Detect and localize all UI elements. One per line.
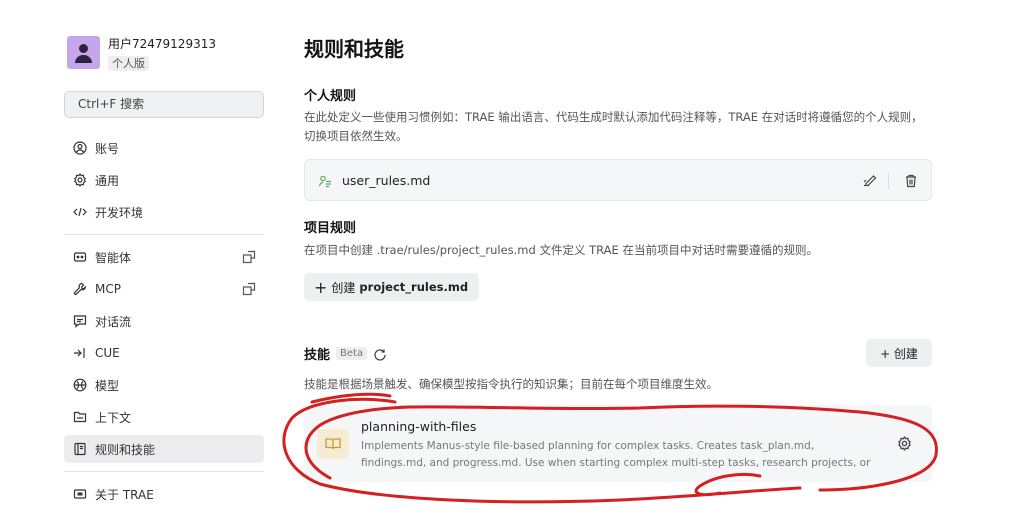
divider bbox=[64, 234, 264, 235]
chat-icon bbox=[73, 314, 87, 328]
sidebar-item-account[interactable]: 账号 bbox=[64, 134, 264, 162]
book-open-icon bbox=[317, 429, 349, 459]
user-circle-icon bbox=[73, 141, 87, 155]
sidebar: 用户72479129313 个人版 Ctrl+F 搜索 账号 通用 开发环境 智… bbox=[0, 0, 280, 525]
sidebar-item-rules-skills[interactable]: 规则和技能 bbox=[64, 435, 264, 463]
context-icon bbox=[73, 410, 87, 424]
sidebar-item-general[interactable]: 通用 bbox=[64, 166, 264, 194]
code-icon bbox=[73, 205, 87, 219]
sidebar-item-cue[interactable]: CUE bbox=[64, 339, 264, 367]
sidebar-item-mcp[interactable]: MCP bbox=[64, 275, 264, 303]
page-title: 规则和技能 bbox=[304, 37, 404, 61]
sidebar-item-dev-env[interactable]: 开发环境 bbox=[64, 198, 264, 226]
sidebar-item-label: 账号 bbox=[95, 141, 120, 156]
sidebar-item-label: 对话流 bbox=[95, 314, 132, 329]
divider bbox=[64, 471, 264, 472]
skill-card[interactable]: planning-with-files Implements Manus-sty… bbox=[304, 405, 932, 482]
sidebar-item-label: 模型 bbox=[95, 378, 120, 393]
user-name: 用户72479129313 bbox=[108, 37, 216, 51]
wrench-icon bbox=[73, 282, 87, 296]
sidebar-item-context[interactable]: 上下文 bbox=[64, 403, 264, 431]
gear-icon[interactable] bbox=[897, 436, 912, 451]
sidebar-item-models[interactable]: 模型 bbox=[64, 371, 264, 399]
sidebar-item-label: 智能体 bbox=[95, 250, 132, 265]
beta-badge: Beta bbox=[336, 347, 368, 360]
agent-icon bbox=[73, 250, 87, 264]
book-icon bbox=[73, 442, 87, 456]
create-label: 创建 bbox=[331, 280, 356, 295]
skill-name: planning-with-files bbox=[361, 419, 477, 434]
divider bbox=[888, 173, 889, 189]
project-rules-description: 在项目中创建 .trae/rules/project_rules.md 文件定义… bbox=[304, 243, 818, 257]
sidebar-item-agents[interactable]: 智能体 bbox=[64, 243, 264, 271]
skill-description: Implements Manus-style file-based planni… bbox=[361, 440, 871, 469]
create-skill-button[interactable]: + 创建 bbox=[866, 339, 932, 367]
sidebar-item-label: CUE bbox=[95, 346, 120, 360]
cue-icon bbox=[73, 346, 87, 360]
project-rules-title: 项目规则 bbox=[304, 221, 357, 236]
sidebar-item-about[interactable]: 关于 TRAE bbox=[64, 480, 264, 508]
user-profile[interactable]: 用户72479129313 个人版 bbox=[67, 36, 216, 71]
user-file-icon bbox=[318, 173, 332, 188]
skills-description: 技能是根据场景触发、确保模型按指令执行的知识集；目前在每个项目维度生效。 bbox=[304, 377, 718, 391]
user-rules-file[interactable]: user_rules.md bbox=[304, 159, 932, 201]
external-link-icon[interactable] bbox=[242, 250, 256, 264]
create-project-rules-button[interactable]: + 创建 project_rules.md bbox=[304, 273, 480, 301]
sidebar-item-label: 上下文 bbox=[95, 410, 132, 425]
external-link-icon[interactable] bbox=[242, 282, 256, 296]
gear-icon bbox=[73, 173, 87, 187]
skills-header: 技能 Beta bbox=[304, 344, 387, 363]
refresh-icon[interactable] bbox=[373, 347, 387, 361]
sidebar-item-label: 开发环境 bbox=[95, 205, 144, 220]
sidebar-item-dialog-flow[interactable]: 对话流 bbox=[64, 307, 264, 335]
create-file-name: project_rules.md bbox=[359, 280, 469, 294]
sidebar-item-label: MCP bbox=[95, 282, 121, 296]
search-input[interactable]: Ctrl+F 搜索 bbox=[64, 91, 264, 118]
file-name: user_rules.md bbox=[342, 172, 431, 188]
info-icon bbox=[73, 487, 87, 501]
personal-rules-title: 个人规则 bbox=[304, 89, 357, 104]
avatar bbox=[67, 36, 100, 69]
edit-icon[interactable] bbox=[862, 173, 878, 189]
skills-title: 技能 bbox=[304, 348, 331, 363]
personal-rules-description: 在此处定义一些使用习惯例如：TRAE 输出语言、代码生成时默认添加代码注释等，T… bbox=[304, 110, 923, 143]
plan-badge: 个人版 bbox=[108, 56, 149, 71]
sidebar-item-label: 关于 TRAE bbox=[95, 487, 154, 502]
plus-icon: + bbox=[314, 277, 328, 297]
sidebar-item-label: 规则和技能 bbox=[95, 442, 156, 457]
trash-icon[interactable] bbox=[904, 173, 918, 189]
sidebar-item-label: 通用 bbox=[95, 173, 120, 188]
model-icon bbox=[73, 378, 87, 392]
